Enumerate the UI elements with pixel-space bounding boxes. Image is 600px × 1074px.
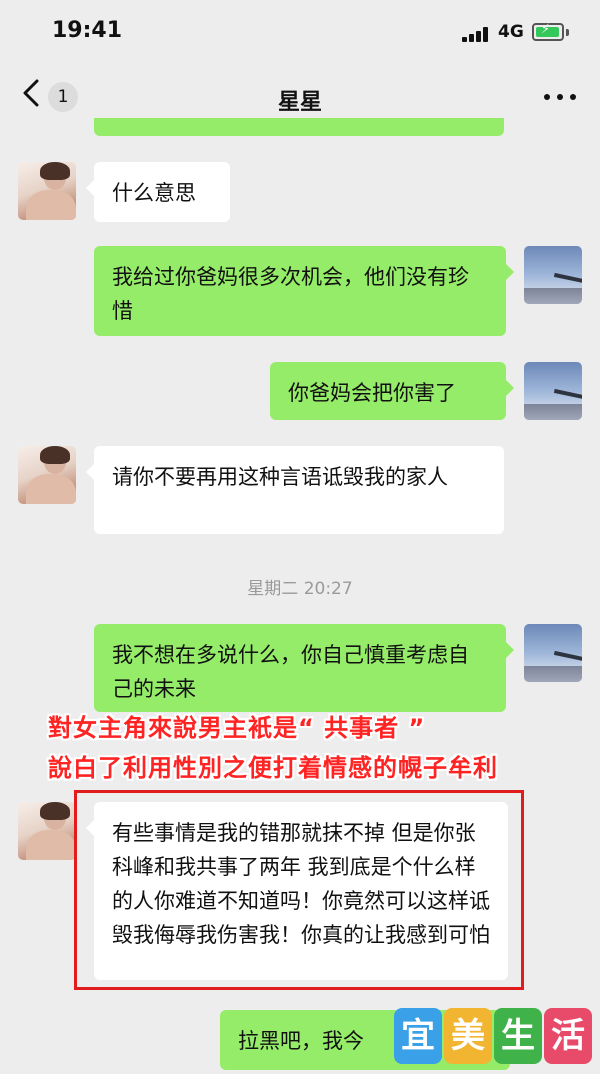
watermark-logo: 宜 美 生 活 bbox=[394, 1008, 594, 1068]
caption-line-2: 說白了利用性別之便打着情感的幌子牟利 bbox=[48, 754, 498, 782]
watermark-char: 生 bbox=[494, 1008, 542, 1064]
watermark-char: 美 bbox=[444, 1008, 492, 1064]
message-bubble-outgoing[interactable]: 我不想在多说什么，你自己慎重考虑自己的未来 bbox=[94, 624, 514, 712]
network-label: 4G bbox=[498, 22, 524, 42]
contact-avatar[interactable] bbox=[18, 446, 76, 504]
watermark-char: 活 bbox=[544, 1008, 592, 1064]
battery-tip bbox=[566, 29, 569, 36]
contact-avatar[interactable] bbox=[18, 162, 76, 220]
highlight-box bbox=[74, 790, 524, 990]
battery-icon: ⚡ bbox=[532, 22, 564, 41]
user-avatar[interactable] bbox=[524, 624, 582, 682]
signal-icon bbox=[462, 26, 492, 42]
previous-message-bubble bbox=[94, 118, 504, 136]
timestamp-divider: 星期二 20:27 bbox=[247, 579, 353, 599]
user-avatar[interactable] bbox=[524, 246, 582, 304]
ellipsis-icon[interactable] bbox=[544, 94, 576, 102]
status-bar: 19:41 4G ⚡ bbox=[0, 0, 600, 64]
message-bubble-outgoing[interactable]: 我给过你爸妈很多次机会，他们没有珍惜 bbox=[94, 246, 514, 336]
caption-line-1: 對女主角來說男主衹是“ 共事者 ” bbox=[48, 714, 426, 742]
contact-avatar[interactable] bbox=[18, 802, 76, 860]
user-avatar[interactable] bbox=[524, 362, 582, 420]
watermark-char: 宜 bbox=[394, 1008, 442, 1064]
message-bubble-outgoing[interactable]: 你爸妈会把你害了 bbox=[270, 362, 514, 420]
chat-title: 星星 bbox=[277, 90, 322, 115]
status-time: 19:41 bbox=[52, 18, 123, 43]
message-bubble-incoming[interactable]: 什么意思 bbox=[86, 162, 230, 222]
message-bubble-incoming[interactable]: 请你不要再用这种言语诋毁我的家人 bbox=[86, 446, 504, 534]
